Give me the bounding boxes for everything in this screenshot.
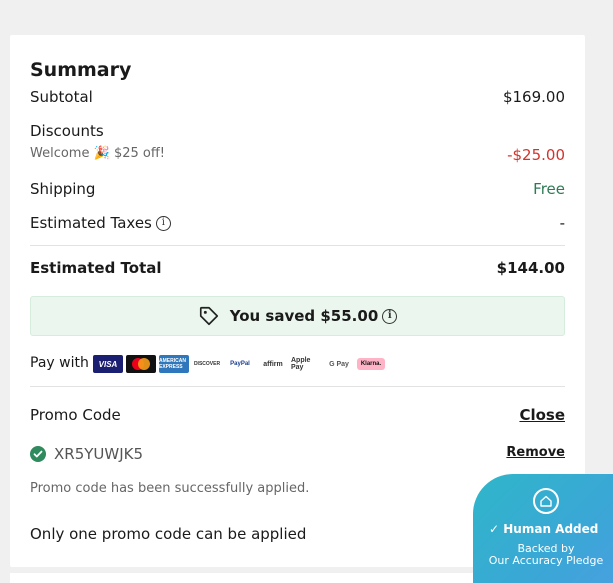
badge-title-row: ✓ Human Added (489, 522, 598, 536)
klarna-icon: Klarna. (357, 358, 385, 370)
promo-code-label: Promo Code (30, 406, 121, 424)
remove-promo-button[interactable]: Remove (506, 445, 565, 460)
price-tag-icon (199, 306, 218, 326)
total-value: $144.00 (496, 259, 565, 277)
savings-banner: You saved $55.00 i (30, 296, 565, 336)
discount-value: -$25.00 (507, 146, 565, 164)
badge-line-2: Our Accuracy Pledge (488, 554, 604, 567)
discount-desc-suffix: $25 off! (113, 146, 166, 161)
check-circle-icon (30, 446, 46, 462)
accuracy-pledge-badge[interactable]: ✓ Human Added Backed by Our Accuracy Ple… (473, 474, 613, 583)
apple-pay-icon: Apple Pay (291, 355, 321, 373)
payment-methods: VISA AMERICAN EXPRESS DISCOVER PayPal af… (93, 355, 385, 373)
taxes-value: - (559, 214, 565, 232)
badge-title: Human Added (503, 522, 599, 536)
discount-desc-prefix: Welcome (30, 146, 90, 161)
shipping-label: Shipping (30, 180, 96, 198)
promo-success-message: Promo code has been successfully applied… (30, 481, 310, 496)
divider (30, 245, 565, 246)
applied-promo-code: XR5YUWJK5 (30, 445, 143, 463)
promo-limit-message: Only one promo code can be applied (30, 525, 307, 543)
party-popper-icon: 🎉 (93, 146, 110, 161)
close-promo-button[interactable]: Close (519, 406, 565, 424)
info-icon[interactable]: i (155, 216, 171, 231)
paypal-icon: PayPal (225, 355, 255, 373)
amex-icon: AMERICAN EXPRESS (159, 355, 189, 373)
total-label: Estimated Total (30, 259, 162, 277)
discover-icon: DISCOVER (192, 355, 222, 373)
estimated-taxes-row: Estimated Taxes i (30, 214, 171, 232)
visa-icon: VISA (93, 355, 123, 373)
subtotal-value: $169.00 (502, 88, 565, 106)
saved-text: You saved $55.00 (229, 307, 379, 325)
google-pay-icon: G Pay (324, 355, 354, 373)
mastercard-icon (126, 355, 156, 373)
discount-description: Welcome 🎉 $25 off! (30, 146, 165, 161)
summary-title: Summary (30, 59, 132, 81)
subtotal-label: Subtotal (30, 88, 93, 106)
affirm-icon: affirm (258, 355, 288, 373)
discounts-label: Discounts (30, 122, 104, 140)
pay-with-label: Pay with (30, 355, 89, 371)
taxes-label: Estimated Taxes (30, 214, 152, 232)
savings-info-icon[interactable]: i (382, 308, 398, 324)
promo-code-value: XR5YUWJK5 (54, 445, 144, 463)
divider (30, 386, 565, 387)
badge-check-icon: ✓ (489, 522, 500, 536)
shipping-value: Free (533, 180, 565, 198)
home-icon (533, 488, 559, 514)
